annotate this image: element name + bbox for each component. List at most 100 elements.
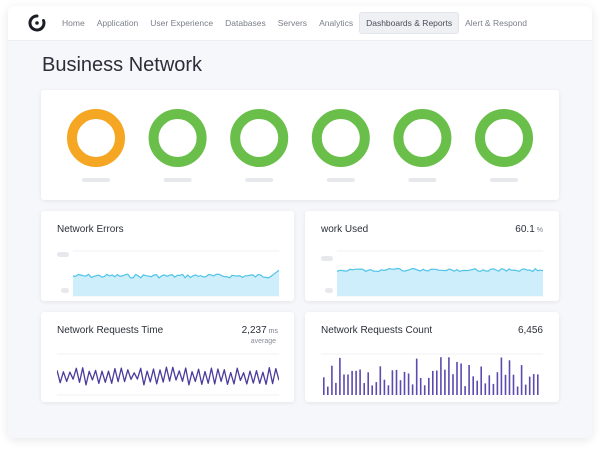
status-ring-warning[interactable] xyxy=(67,109,125,167)
count-bar xyxy=(524,384,527,395)
count-bar xyxy=(351,370,353,395)
count-bar xyxy=(508,360,511,395)
value-unit: ms xyxy=(268,328,278,335)
count-bar xyxy=(403,371,406,395)
count-bar xyxy=(395,369,398,395)
count-bar xyxy=(331,365,333,395)
count-bar xyxy=(407,373,410,395)
nav-item-analytics[interactable]: Analytics xyxy=(313,13,359,33)
count-bar xyxy=(343,374,345,395)
nav-item-alert-respond[interactable]: Alert & Respond xyxy=(459,13,533,33)
count-bar xyxy=(532,374,535,395)
count-bar xyxy=(492,383,495,395)
nav-item-databases[interactable]: Databases xyxy=(219,13,272,33)
area-fill xyxy=(73,270,279,296)
nav-item-dashboards-reports[interactable]: Dashboards & Reports xyxy=(359,12,460,34)
value-unit: % xyxy=(536,227,543,234)
status-ring-ok[interactable] xyxy=(393,109,452,167)
count-bar xyxy=(359,369,361,395)
count-bar xyxy=(371,385,373,395)
network-used-card[interactable]: work Used 60.1% xyxy=(305,211,559,301)
ring-label-placeholder xyxy=(82,178,110,182)
card-value: 6,456 xyxy=(517,325,543,336)
value-text: 2,237 xyxy=(241,325,267,336)
count-bar xyxy=(468,365,470,395)
count-bar xyxy=(516,386,519,395)
count-bar xyxy=(520,365,523,395)
status-rings xyxy=(67,109,533,182)
count-bar xyxy=(480,366,482,395)
count-bar xyxy=(444,369,446,395)
ring-label-placeholder xyxy=(245,178,274,182)
count-bar xyxy=(496,372,499,395)
card-title: Network Errors xyxy=(57,224,124,235)
card-title: Network Requests Time xyxy=(57,325,164,336)
value-text: 60.1 xyxy=(515,224,535,235)
count-bar xyxy=(476,380,478,395)
count-bar xyxy=(327,386,329,395)
count-bar xyxy=(484,383,487,395)
count-bar xyxy=(399,380,402,395)
count-bar xyxy=(367,372,369,395)
count-bar xyxy=(512,374,515,395)
count-bar xyxy=(363,383,365,395)
card-value: 60.1% xyxy=(515,224,543,235)
count-bar xyxy=(347,374,349,395)
status-ring-ok[interactable] xyxy=(148,109,207,167)
count-bar xyxy=(460,363,462,395)
axis-label-placeholder xyxy=(325,288,333,293)
count-bar xyxy=(452,374,454,395)
card-title: Network Requests Count xyxy=(321,325,433,336)
count-bar xyxy=(383,379,386,395)
axis-label-placeholder xyxy=(57,252,69,257)
network-requests-count-chart xyxy=(321,353,543,395)
count-bar xyxy=(432,370,434,395)
network-errors-card[interactable]: Network Errors xyxy=(41,211,294,301)
area-fill xyxy=(337,268,543,296)
status-ring-ok[interactable] xyxy=(311,109,370,167)
status-ring-ok[interactable] xyxy=(475,109,533,167)
card-value: 2,237 ms xyxy=(242,325,278,336)
count-bar xyxy=(323,377,325,395)
count-bar xyxy=(419,378,422,395)
ring-label-placeholder xyxy=(408,178,437,182)
count-bar xyxy=(379,366,382,395)
status-overview-card xyxy=(41,90,559,200)
count-bar xyxy=(464,386,466,395)
count-bar xyxy=(456,361,458,395)
value-subtitle: average xyxy=(250,338,276,345)
network-requests-time-card[interactable]: Network Requests Time 2,237 ms average xyxy=(41,312,294,402)
network-requests-time-chart xyxy=(57,353,279,396)
nav-menu: Home Application User Experience Databas… xyxy=(56,12,533,34)
count-bar xyxy=(335,382,337,395)
count-bar xyxy=(355,370,357,395)
ring-label-placeholder xyxy=(326,178,355,182)
count-bar xyxy=(537,374,539,395)
card-title: work Used xyxy=(321,224,369,235)
count-bar xyxy=(440,357,442,395)
count-bar xyxy=(375,382,378,395)
nav-item-servers[interactable]: Servers xyxy=(272,13,313,33)
nav-item-home[interactable]: Home xyxy=(56,13,91,33)
logo-icon[interactable] xyxy=(28,14,46,32)
status-ring-ok[interactable] xyxy=(230,109,289,167)
network-requests-count-card[interactable]: Network Requests Count 6,456 xyxy=(305,312,559,402)
browser-frame: Home Application User Experience Databas… xyxy=(8,6,592,438)
count-bar xyxy=(472,376,474,395)
nav-item-application[interactable]: Application xyxy=(91,13,145,33)
count-bar xyxy=(428,377,430,395)
count-bar xyxy=(436,370,438,395)
count-bar xyxy=(411,384,414,395)
ring-label-placeholder xyxy=(490,178,518,182)
count-bar xyxy=(500,357,503,395)
ring-label-placeholder xyxy=(163,178,192,182)
nav-item-user-experience[interactable]: User Experience xyxy=(144,13,219,33)
count-bar xyxy=(391,370,394,395)
count-bar xyxy=(387,385,390,395)
axis-label-placeholder xyxy=(61,288,69,293)
top-navbar: Home Application User Experience Databas… xyxy=(8,6,592,41)
network-used-chart xyxy=(337,250,543,297)
count-bar xyxy=(339,357,341,395)
page-title: Business Network xyxy=(42,54,203,76)
count-bar xyxy=(415,358,418,395)
